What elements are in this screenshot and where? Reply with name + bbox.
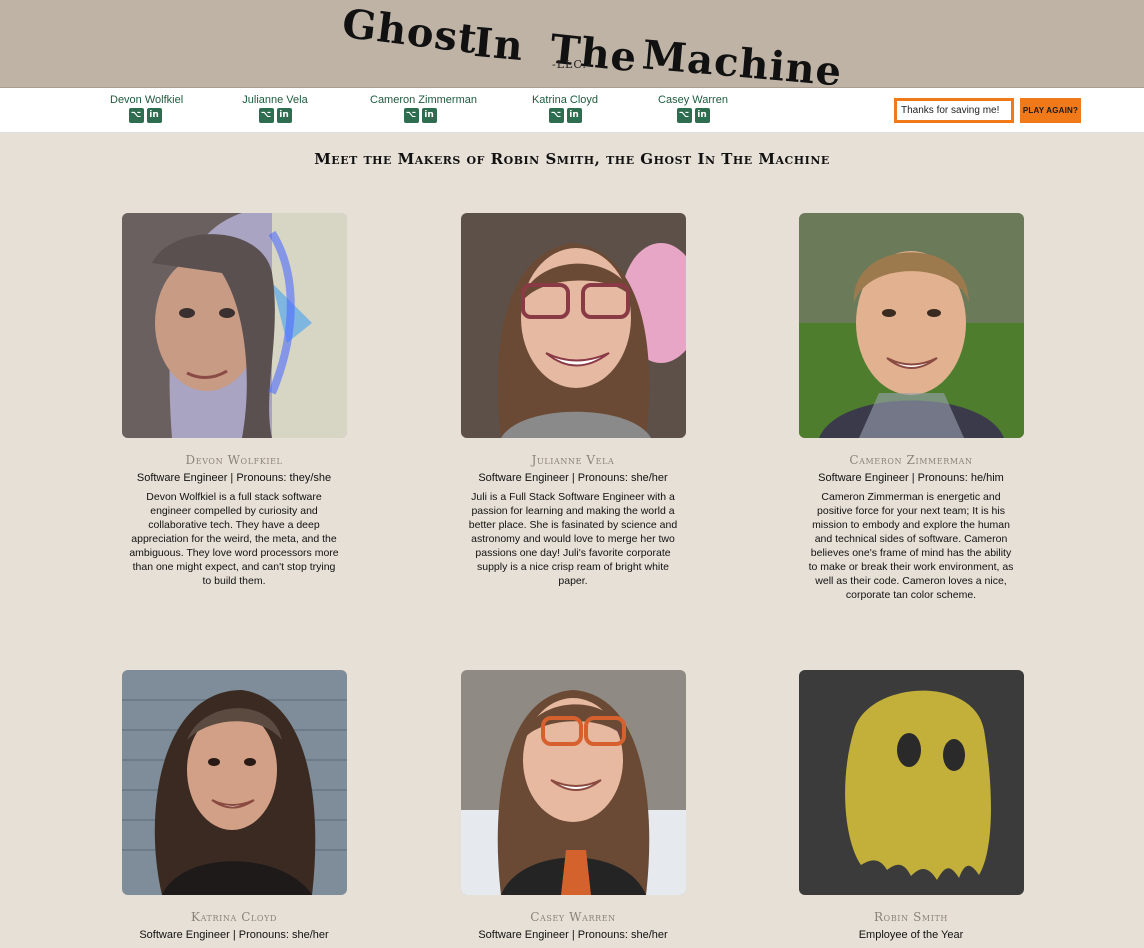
ghost-icon <box>798 670 1024 895</box>
member-name: Cameron Zimmerman <box>849 453 973 467</box>
github-icon[interactable]: ⌥ <box>258 108 274 123</box>
team-card: Cameron Zimmerman Software Engineer | Pr… <box>791 213 1031 602</box>
member-bio: Devon Wolfkiel is a full stack software … <box>129 491 339 587</box>
member-role: Software Engineer | Pronouns: they/she <box>136 472 332 484</box>
github-icon[interactable]: ⌥ <box>548 108 564 123</box>
team-nav: Devon Wolfkiel ⌥ in Julianne Vela ⌥ in C… <box>0 88 1144 133</box>
team-card: Julianne Vela Software Engineer | Pronou… <box>453 213 693 588</box>
linkedin-icon[interactable]: in <box>146 108 162 123</box>
nav-person-name: Casey Warren <box>658 94 728 106</box>
play-again-button[interactable]: PLAY AGAIN? <box>1020 98 1081 123</box>
profile-photo <box>460 213 686 438</box>
title-word: The <box>547 25 640 82</box>
linkedin-icon[interactable]: in <box>566 108 582 123</box>
profile-photo <box>121 213 347 438</box>
nav-person-name: Katrina Cloyd <box>531 94 599 106</box>
linkedin-icon[interactable]: in <box>276 108 292 123</box>
profile-photo <box>798 670 1024 895</box>
github-icon[interactable]: ⌥ <box>676 108 692 123</box>
nav-person-katrina: Katrina Cloyd ⌥ in <box>530 94 600 123</box>
team-card: Devon Wolfkiel Software Engineer | Prono… <box>114 213 354 588</box>
member-role: Software Engineer | Pronouns: she/her <box>478 929 668 941</box>
profile-photo <box>121 670 347 895</box>
nav-person-name: Julianne Vela <box>242 94 308 106</box>
title-word: Machine <box>640 31 845 96</box>
member-role: Software Engineer | Pronouns: he/him <box>818 472 1004 484</box>
site-subtitle: -LLC.- <box>552 58 592 71</box>
team-card: Katrina Cloyd Software Engineer | Pronou… <box>114 670 354 941</box>
team-card: Casey Warren Software Engineer | Pronoun… <box>453 670 693 941</box>
nav-person-name: Devon Wolfkiel <box>110 94 184 106</box>
nav-person-cameron: Cameron Zimmerman ⌥ in <box>370 94 477 123</box>
site-title: Ghost In The Machine -LLC.- <box>340 0 850 96</box>
nav-person-name: Cameron Zimmerman <box>370 94 477 106</box>
title-word: In <box>472 18 526 71</box>
nav-person-julianne: Julianne Vela ⌥ in <box>240 94 310 123</box>
github-icon[interactable]: ⌥ <box>128 108 144 123</box>
page-heading: Meet the Makers of Robin Smith, the Ghos… <box>314 150 830 168</box>
github-icon[interactable]: ⌥ <box>403 108 419 123</box>
site-header: Ghost In The Machine -LLC.- <box>0 0 1144 96</box>
member-bio: Cameron Zimmerman is energetic and posit… <box>808 491 1014 601</box>
title-word: Ghost <box>339 0 481 64</box>
linkedin-icon[interactable]: in <box>421 108 437 123</box>
member-name: Katrina Cloyd <box>191 910 277 924</box>
linkedin-icon[interactable]: in <box>694 108 710 123</box>
member-name: Casey Warren <box>530 910 616 924</box>
nav-person-casey: Casey Warren ⌥ in <box>658 94 728 123</box>
team-card: Robin Smith Employee of the Year <box>791 670 1031 941</box>
message-input[interactable] <box>894 98 1014 123</box>
member-role: Software Engineer | Pronouns: she/her <box>478 472 668 484</box>
nav-person-devon: Devon Wolfkiel ⌥ in <box>110 94 184 123</box>
profile-photo <box>460 670 686 895</box>
member-name: Julianne Vela <box>531 453 615 467</box>
member-name: Robin Smith <box>874 910 948 924</box>
profile-photo <box>798 213 1024 438</box>
member-role: Employee of the Year <box>858 929 964 941</box>
member-role: Software Engineer | Pronouns: she/her <box>139 929 329 941</box>
member-name: Devon Wolfkiel <box>185 453 283 467</box>
member-bio: Juli is a Full Stack Software Engineer w… <box>468 491 678 587</box>
